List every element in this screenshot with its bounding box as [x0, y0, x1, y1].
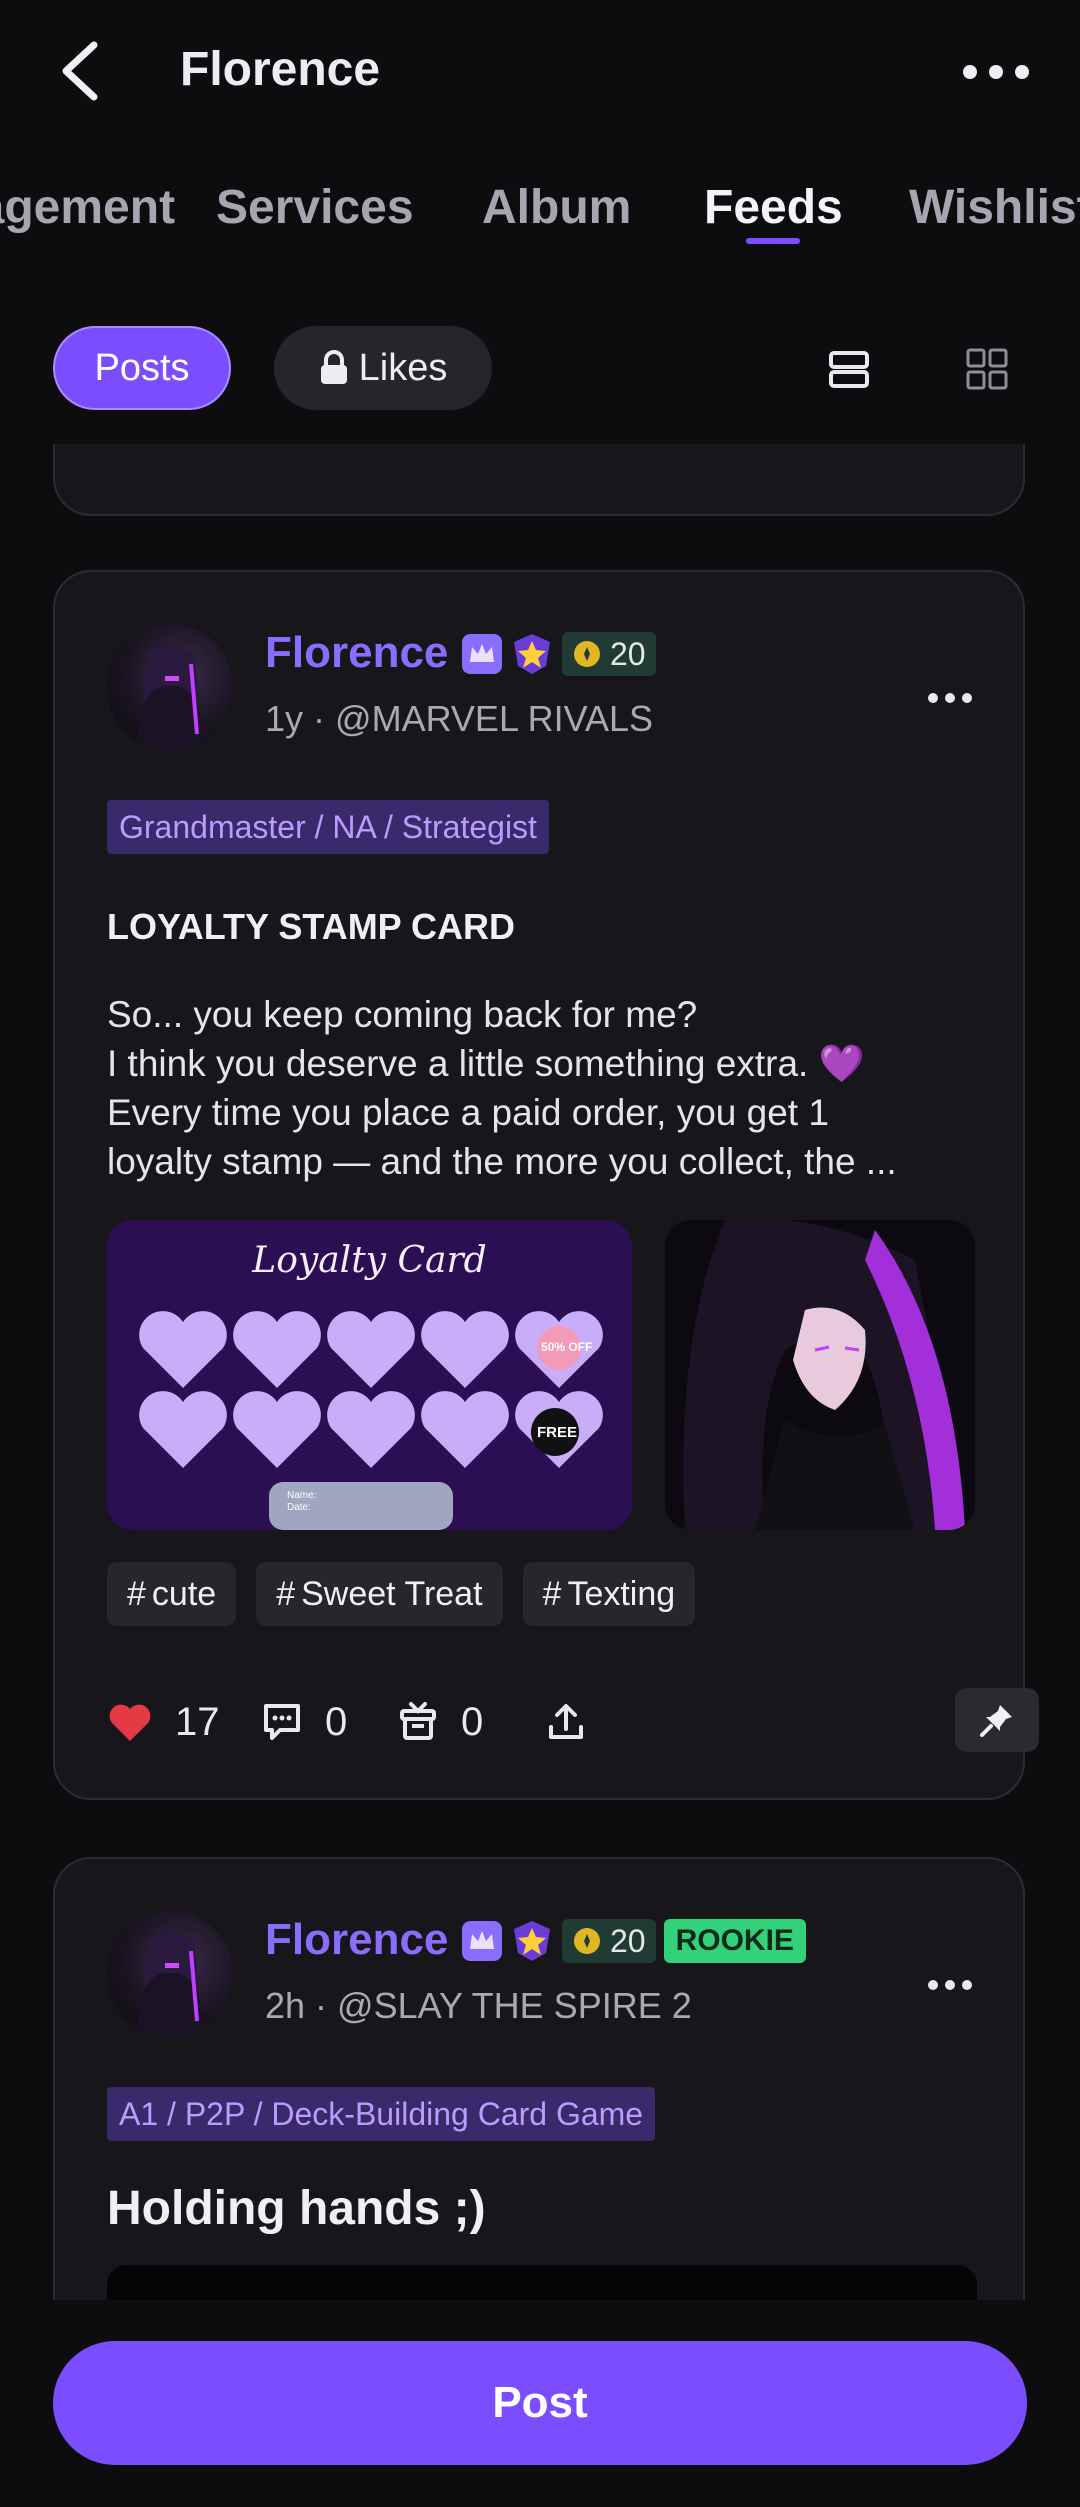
post-title: Holding hands ;)	[107, 2182, 486, 2235]
pin-icon	[980, 1705, 1012, 1737]
like-count: 17	[175, 1699, 220, 1744]
card-name-field: Name:	[287, 1490, 317, 1501]
author-name[interactable]: Florence	[265, 1915, 448, 1965]
create-post-button[interactable]: Post	[53, 2341, 1027, 2465]
crown-badge-icon	[462, 1921, 502, 1961]
portrait-image[interactable]	[665, 1220, 975, 1530]
rank-tag: A1 / P2P / Deck-Building Card Game	[107, 2087, 656, 2141]
avatar[interactable]	[107, 624, 233, 750]
post-title: LOYALTY STAMP CARD	[107, 906, 516, 947]
more-options-icon[interactable]	[960, 52, 1032, 92]
post-meta: 1y · @MARVEL RIVALS	[265, 698, 654, 739]
post-more-icon[interactable]	[925, 1975, 975, 1995]
gift-button[interactable]: 0	[397, 1690, 483, 1754]
rank-tag: Grandmaster / NA / Strategist	[107, 800, 549, 854]
posts-filter-button[interactable]: Posts	[53, 326, 231, 410]
heart-icon	[109, 1704, 151, 1741]
post-time: 1y	[265, 698, 304, 739]
likes-filter-button[interactable]: Likes	[274, 326, 492, 410]
star-shield-badge-icon	[514, 634, 550, 674]
hashtag-chip[interactable]: # Texting	[522, 1562, 696, 1626]
post-card[interactable]: Florence 20 ROOKIE 2h · @SLAY THE SPIRE …	[53, 1857, 1025, 2300]
tab-engagement[interactable]: Engagement	[0, 180, 175, 235]
page-title: Florence	[180, 43, 381, 96]
avatar-image	[137, 644, 203, 750]
like-button[interactable]: 17	[107, 1690, 220, 1754]
share-button[interactable]	[545, 1690, 587, 1754]
avatar[interactable]	[107, 1911, 233, 2037]
laurel-icon	[574, 641, 600, 667]
level-value: 20	[610, 1922, 646, 1959]
star-shield-badge-icon	[514, 1921, 550, 1961]
gift-count: 0	[461, 1699, 484, 1744]
posts-filter-label: Posts	[94, 346, 190, 389]
portrait-illustration	[665, 1220, 975, 1530]
tab-album[interactable]: Album	[482, 180, 631, 235]
gift-box-icon	[400, 1702, 436, 1740]
level-badge: 20	[562, 632, 656, 676]
feed-filter-bar: Posts Likes	[0, 326, 1080, 412]
likes-filter-label: Likes	[358, 346, 448, 389]
author-badges: 20	[462, 632, 656, 676]
post-media-preview[interactable]	[107, 2265, 977, 2300]
loyalty-card-image[interactable]: Loyalty Card 50% OFF FREE Name: Date:	[107, 1220, 632, 1530]
level-value: 20	[610, 635, 646, 672]
list-view-icon[interactable]	[826, 346, 872, 392]
post-game[interactable]: @MARVEL RIVALS	[335, 698, 653, 739]
level-badge: 20	[562, 1919, 656, 1963]
hashtag-label: Sweet Treat	[301, 1574, 483, 1613]
hashtag-label: cute	[151, 1574, 217, 1613]
feed-list: Florence 20 1y · @MARVEL RIVALS Grandmas…	[0, 444, 1080, 2300]
active-tab-indicator	[746, 238, 800, 244]
pin-button[interactable]	[955, 1688, 1039, 1752]
hashtag-label: Texting	[567, 1574, 676, 1613]
comment-button[interactable]: 0	[261, 1690, 347, 1754]
post-actions: 17 0 0	[107, 1688, 1039, 1754]
tab-services[interactable]: Services	[216, 180, 414, 235]
top-bar: Florence	[0, 0, 1080, 150]
share-icon	[549, 1704, 583, 1739]
back-arrow-icon[interactable]	[52, 35, 116, 107]
grid-view-icon[interactable]	[964, 346, 1010, 392]
free-stamp-label: FREE	[537, 1424, 578, 1441]
comment-icon	[264, 1704, 300, 1740]
hashtag-list: # cute # Sweet Treat # Texting	[107, 1562, 696, 1626]
post-time: 2h	[265, 1985, 306, 2026]
stamp-hearts	[139, 1311, 603, 1530]
tab-feeds[interactable]: Feeds	[704, 180, 843, 235]
hashtag-chip[interactable]: # cute	[107, 1562, 237, 1626]
avatar-image	[137, 1931, 203, 2037]
post-card[interactable]: Florence 20 1y · @MARVEL RIVALS Grandmas…	[53, 570, 1039, 1800]
author-badges: 20 ROOKIE	[462, 1919, 806, 1963]
profile-tabs: Engagement Services Album Feeds Wishlist	[0, 170, 1080, 260]
post-meta: 2h · @SLAY THE SPIRE 2	[265, 1985, 692, 2026]
hashtag-chip[interactable]: # Sweet Treat	[256, 1562, 503, 1626]
laurel-icon	[574, 1928, 600, 1954]
comment-count: 0	[325, 1699, 348, 1744]
crown-badge-icon	[462, 634, 502, 674]
lock-icon	[320, 350, 347, 384]
post-more-icon[interactable]	[925, 688, 975, 708]
card-date-field: Date:	[287, 1502, 311, 1513]
create-post-label: Post	[492, 2378, 588, 2427]
discount-stamp-label: 50% OFF	[541, 1340, 593, 1354]
post-body[interactable]: So... you keep coming back for me? I thi…	[107, 990, 987, 1186]
tab-wishlist[interactable]: Wishlist	[909, 180, 1080, 235]
author-name[interactable]: Florence	[265, 628, 448, 678]
post-card[interactable]	[53, 444, 1025, 516]
rookie-badge: ROOKIE	[663, 1919, 806, 1963]
post-game[interactable]: @SLAY THE SPIRE 2	[337, 1985, 692, 2026]
